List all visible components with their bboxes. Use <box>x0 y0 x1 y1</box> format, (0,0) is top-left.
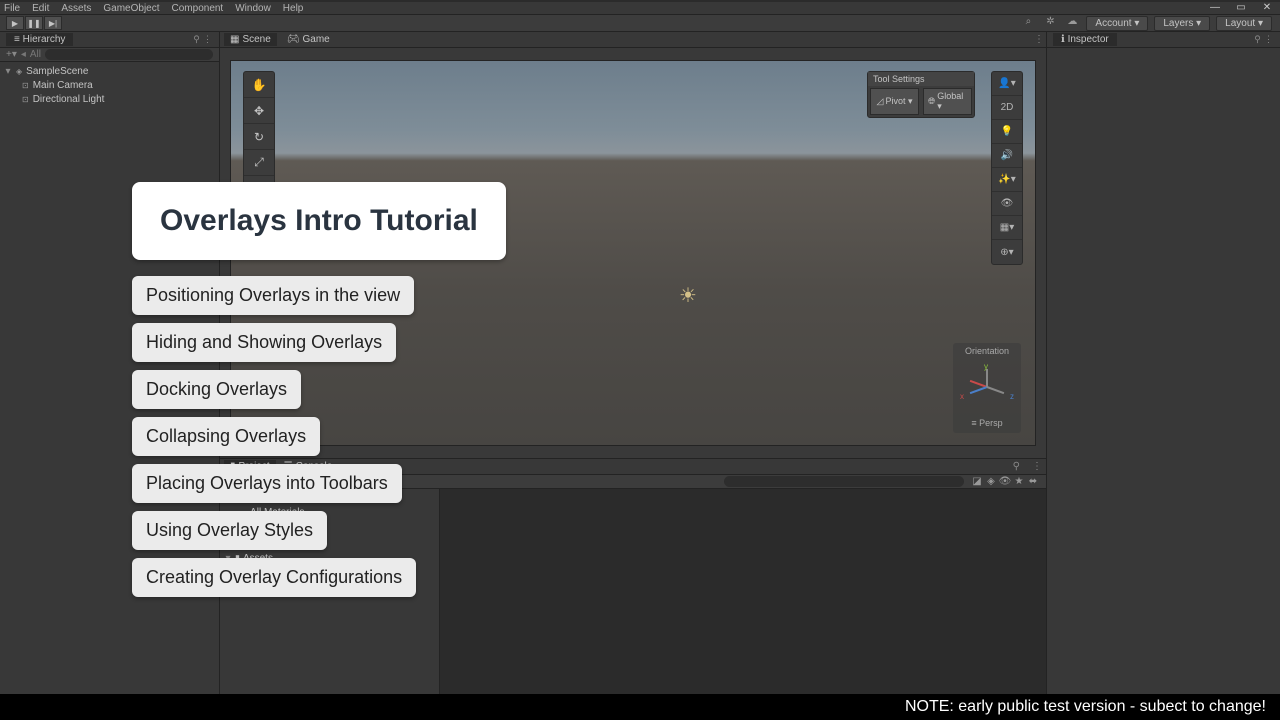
search-icon[interactable]: ⌕ <box>1020 16 1036 30</box>
menu-bar: File Edit Assets GameObject Component Wi… <box>0 2 1280 14</box>
audio-toggle[interactable]: 🔊 <box>992 144 1022 168</box>
menu-file[interactable]: File <box>4 3 20 14</box>
tutorial-step[interactable]: Positioning Overlays in the view <box>132 276 414 315</box>
version-note: NOTE: early public test version - subect… <box>891 694 1280 720</box>
visibility-toggle[interactable]: 👁 <box>992 192 1022 216</box>
tutorial-step[interactable]: Hiding and Showing Overlays <box>132 323 396 362</box>
game-icon: 🎮︎ <box>287 34 300 45</box>
global-toggle[interactable]: 🌐︎Global ▾ <box>923 88 972 115</box>
pivot-toggle[interactable]: ◿Pivot ▾ <box>870 88 919 115</box>
account-dropdown[interactable]: Account ▾ <box>1086 16 1148 31</box>
panel-menu-icon[interactable]: ⋮ <box>1034 34 1046 45</box>
panel-lock-icon[interactable]: ⚲ <box>1252 34 1263 45</box>
maximize-button[interactable]: ▭ <box>1228 0 1254 14</box>
filter-icon[interactable]: ◈ <box>984 476 998 487</box>
persp-label[interactable]: ≡ Persp <box>956 418 1018 428</box>
menu-window[interactable]: Window <box>235 3 271 14</box>
menu-assets[interactable]: Assets <box>61 3 91 14</box>
menu-help[interactable]: Help <box>283 3 304 14</box>
panel-lock-icon[interactable]: ⚲ <box>1013 461 1020 472</box>
scene-icon: ▦ <box>230 34 239 45</box>
panel-menu-icon[interactable]: ⋮ <box>1263 34 1274 45</box>
menu-gameobject[interactable]: GameObject <box>103 3 159 14</box>
close-button[interactable]: ✕ <box>1254 0 1280 14</box>
gizmo-toggle[interactable]: ⊕▾ <box>992 240 1022 264</box>
axis-neg-x[interactable] <box>987 386 1005 394</box>
eye-icon[interactable]: 👁 <box>998 476 1012 487</box>
camera-toggle[interactable]: 👤▾ <box>992 72 1022 96</box>
tutorial-step[interactable]: Docking Overlays <box>132 370 301 409</box>
hierarchy-item[interactable]: Main Camera <box>33 80 93 91</box>
menu-component[interactable]: Component <box>172 3 224 14</box>
directional-light-gizmo[interactable]: ☀ <box>679 283 697 308</box>
hierarchy-tab[interactable]: ≡ Hierarchy <box>6 33 73 46</box>
hand-tool[interactable]: ✋ <box>244 72 274 98</box>
tutorial-step[interactable]: Using Overlay Styles <box>132 511 327 550</box>
view-options-overlay: 👤▾ 2D 💡 🔊 ✨▾ 👁 ▦▾ ⊕▾ <box>991 71 1023 265</box>
star-icon[interactable]: ★ <box>1012 476 1026 487</box>
cloud-icon[interactable]: ☁ <box>1064 16 1080 30</box>
panel-lock-icon[interactable]: ⚲ <box>191 34 202 45</box>
orientation-gizmo[interactable]: Orientation y x z ≡ Per <box>953 343 1021 433</box>
pause-button[interactable]: ❚❚ <box>25 16 43 30</box>
lighting-toggle[interactable]: 💡 <box>992 120 1022 144</box>
tutorial-step[interactable]: Collapsing Overlays <box>132 417 320 456</box>
tutorial-step[interactable]: Creating Overlay Configurations <box>132 558 416 597</box>
grid-toggle[interactable]: ▦▾ <box>992 216 1022 240</box>
project-content[interactable] <box>440 489 1046 694</box>
panel-menu-icon[interactable]: ⋮ <box>1028 461 1046 472</box>
move-tool[interactable]: ✥ <box>244 98 274 124</box>
inspector-tab[interactable]: ℹ Inspector <box>1053 33 1117 46</box>
layout-dropdown[interactable]: Layout ▾ <box>1216 16 1272 31</box>
step-button[interactable]: ▶| <box>44 16 62 30</box>
hierarchy-item[interactable]: Directional Light <box>33 94 105 105</box>
panel-menu-icon[interactable]: ⋮ <box>202 34 213 45</box>
scale-tool[interactable]: ⤢ <box>244 150 274 176</box>
search-hint: All <box>30 49 41 60</box>
slider-icon[interactable]: ⬌ <box>1026 476 1040 487</box>
tutorial-step[interactable]: Placing Overlays into Toolbars <box>132 464 402 503</box>
play-button[interactable]: ▶ <box>6 16 24 30</box>
filter-icon[interactable]: ◪ <box>970 476 984 487</box>
tutorial-title: Overlays Intro Tutorial <box>132 182 506 260</box>
settings-icon[interactable]: ✲ <box>1042 16 1058 30</box>
tool-settings-overlay[interactable]: Tool Settings ◿Pivot ▾ 🌐︎Global ▾ <box>867 71 975 118</box>
project-search[interactable] <box>724 476 964 487</box>
layers-dropdown[interactable]: Layers ▾ <box>1154 16 1210 31</box>
camera-icon: ⊡ <box>22 81 29 90</box>
tab-game[interactable]: 🎮︎Game <box>287 34 330 45</box>
tool-settings-title: Tool Settings <box>868 72 974 86</box>
light-icon: ⊡ <box>22 95 29 104</box>
2d-toggle[interactable]: 2D <box>992 96 1022 120</box>
add-button[interactable]: +▾ <box>6 49 17 60</box>
tutorial-overlay: Overlays Intro Tutorial Positioning Over… <box>132 182 506 605</box>
inspector-panel: ℹ Inspector ⚲ ⋮ <box>1046 32 1280 694</box>
rotate-tool[interactable]: ↻ <box>244 124 274 150</box>
hierarchy-search[interactable] <box>45 49 213 60</box>
window-controls: — ▭ ✕ <box>1202 0 1280 14</box>
axis-neg-y[interactable] <box>986 369 988 387</box>
axis-z[interactable] <box>970 386 988 394</box>
menu-edit[interactable]: Edit <box>32 3 49 14</box>
minimize-button[interactable]: — <box>1202 0 1228 14</box>
unity-icon: ◈ <box>16 67 22 76</box>
orientation-label: Orientation <box>956 346 1018 356</box>
main-toolbar: ▶ ❚❚ ▶| ⌕ ✲ ☁ Account ▾ Layers ▾ Layout … <box>0 14 1280 32</box>
tab-scene[interactable]: ▦Scene <box>224 33 277 46</box>
scene-root[interactable]: SampleScene <box>26 66 88 77</box>
fx-toggle[interactable]: ✨▾ <box>992 168 1022 192</box>
